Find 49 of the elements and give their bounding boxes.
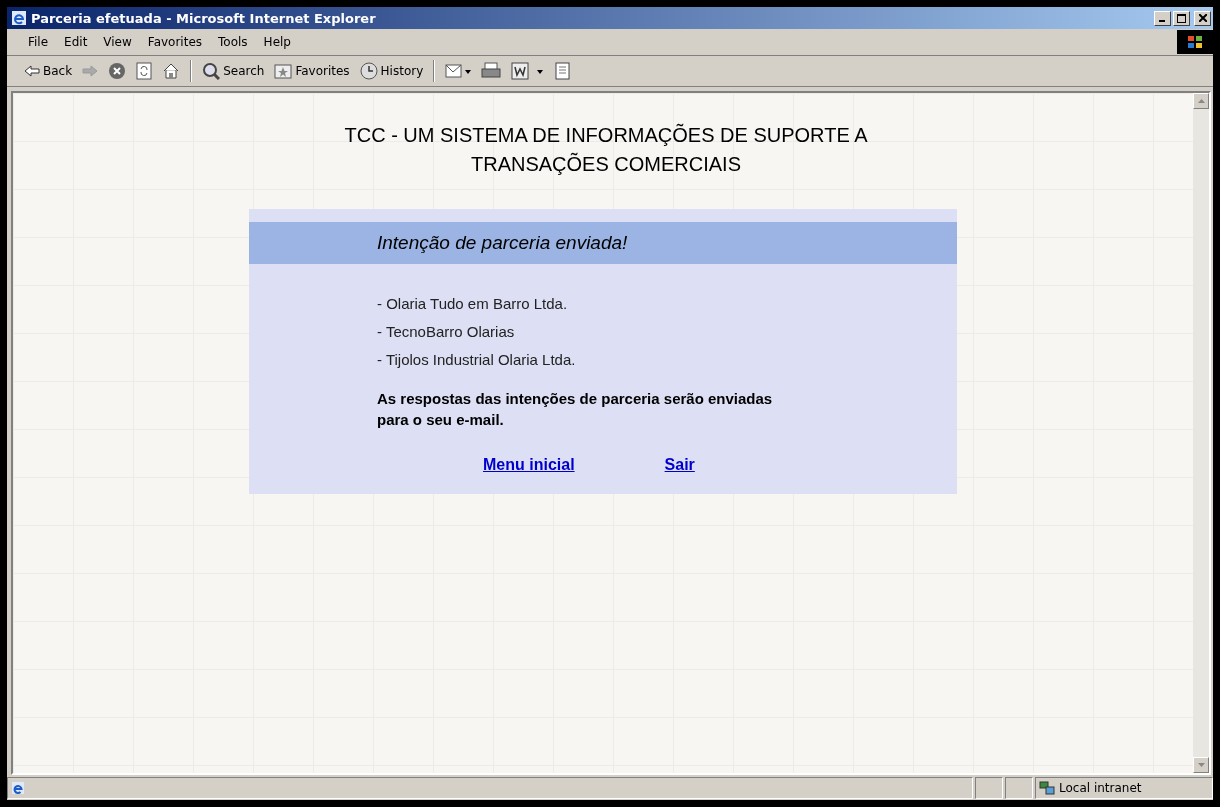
page-heading: TRANSAÇÕES COMERCIAIS (470, 151, 741, 177)
notice-text: As respostas das intenções de parceria serão enviadas para o seu e-mail. (377, 389, 774, 430)
panel-title: Intenção de parceria enviada! (377, 232, 628, 254)
menu-item[interactable]: Edit (57, 33, 95, 51)
star-folder-icon (274, 63, 293, 79)
partner-item: - TecnoBarro Olarias (377, 322, 516, 342)
down-arrow-icon (1197, 763, 1205, 767)
stop-icon (108, 62, 127, 80)
back-arrow-icon (24, 65, 40, 77)
search-button[interactable]: Search (199, 60, 268, 82)
clock-icon (359, 62, 378, 80)
scroll-down-button[interactable] (1193, 757, 1209, 773)
minimize-button[interactable] (1154, 10, 1171, 26)
refresh-icon (136, 62, 153, 80)
menu-item[interactable]: Help (256, 33, 298, 51)
menu-item[interactable]: Tools (211, 33, 255, 51)
close-button[interactable] (1194, 10, 1211, 26)
envelope-icon (445, 62, 472, 80)
status-panel (1005, 777, 1033, 799)
menu-item[interactable]: View (96, 33, 139, 51)
word-document-icon (511, 62, 546, 80)
document-icon (555, 62, 572, 80)
vertical-scrollbar[interactable] (1193, 93, 1209, 773)
page-icon (11, 781, 25, 795)
windows-logo-icon (1177, 30, 1213, 54)
printer-icon (481, 62, 502, 80)
maximize-button[interactable] (1173, 10, 1190, 26)
scroll-up-button[interactable] (1193, 93, 1209, 109)
home-icon (162, 62, 181, 80)
search-icon (202, 62, 221, 80)
menu-item[interactable]: Favorites (140, 33, 210, 51)
menu-item[interactable]: File (21, 33, 56, 51)
status-panel (975, 777, 1003, 799)
up-arrow-icon (1197, 99, 1205, 103)
back-button[interactable]: Back (21, 62, 76, 80)
page-heading: TCC - UM SISTEMA DE INFORMAÇÕES DE SUPORTE A (344, 122, 868, 148)
network-icon (1039, 781, 1055, 795)
partner-item: - Tijolos Industrial Olaria Ltda. (377, 350, 577, 370)
favorites-button[interactable]: Favorites (271, 61, 353, 81)
nav-link[interactable]: Sair (664, 456, 695, 474)
history-button[interactable]: History (356, 60, 427, 82)
close-icon (1198, 14, 1207, 22)
maximize-icon (1177, 13, 1186, 23)
partner-item: - Olaria Tudo em Barro Ltda. (377, 294, 569, 314)
forward-arrow-icon (82, 65, 99, 77)
window-title: Parceria efetuada - Microsoft Internet Explorer (31, 10, 377, 26)
browser-logo-icon (11, 10, 27, 26)
nav-link[interactable]: Menu inicial (483, 456, 575, 474)
security-zone: Local intranet (1059, 781, 1142, 795)
